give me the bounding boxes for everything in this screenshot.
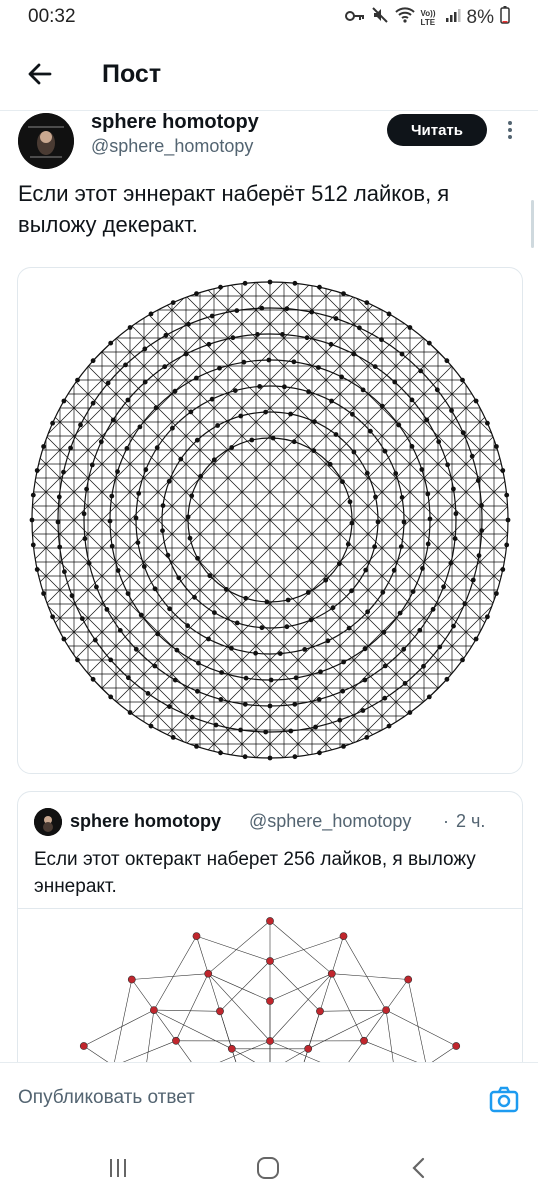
top-app-bar: Пост [0,46,538,106]
quoted-author-handle: @sphere_homotopy [249,811,412,831]
back-icon[interactable] [400,1152,440,1184]
avatar[interactable] [18,113,74,169]
signal-icon [445,7,461,29]
post-media-image[interactable] [17,267,523,774]
quoted-text: Если этот октеракт наберет 256 лайков, я… [34,849,476,897]
recent-apps-icon[interactable] [98,1152,138,1184]
mute-icon [371,6,389,30]
quoted-post[interactable]: sphere homotopy @sphere_homotopy · 2 ч. … [17,791,523,1093]
hypercube-projection-image [29,279,511,761]
camera-icon[interactable] [488,1083,520,1115]
author-handle[interactable]: @sphere_homotopy [91,136,253,157]
battery-percent: 8% [466,7,494,28]
more-options-icon[interactable] [502,118,518,142]
scrollbar[interactable] [531,200,534,248]
system-nav-bar [0,1136,538,1200]
status-icons: Vo)) LTE 8% [344,6,510,30]
quoted-author-name: sphere homotopy [70,811,222,831]
status-time: 00:32 [28,6,76,27]
author-name[interactable]: sphere homotopy [91,111,259,134]
follow-button[interactable]: Читать [387,114,487,146]
page-title: Пост [102,60,162,88]
key-icon [344,7,365,29]
arrow-left-icon[interactable] [24,58,56,90]
quoted-avatar [34,808,62,836]
status-bar: 00:32 Vo)) LTE 8% [0,0,538,36]
wifi-icon [394,7,415,29]
battery-icon [500,6,510,30]
header-divider [0,110,538,111]
home-icon[interactable] [248,1152,288,1184]
quoted-timestamp: 2 ч. [456,811,486,831]
quoted-separator: · [443,811,449,831]
lte-label: Vo)) LTE [420,9,436,27]
reply-bar: Опубликовать ответ [0,1062,538,1137]
post-text: Если этот эннеракт наберёт 512 лайков, я… [18,181,450,237]
reply-input[interactable]: Опубликовать ответ [18,1087,195,1109]
